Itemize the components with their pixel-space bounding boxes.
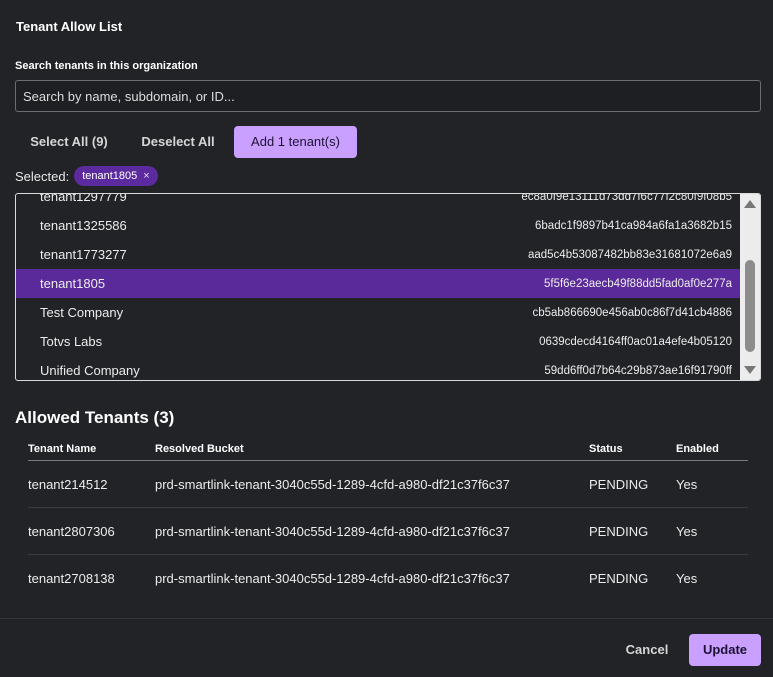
list-item[interactable]: Unified Company 59dd6ff0d7b64c29b873ae16… (16, 356, 740, 380)
tenant-name-cell: tenant2708138 (28, 571, 115, 586)
column-header: Status (589, 443, 623, 455)
list-item-selected[interactable]: tenant1805 5f5f6e23aecb49f88dd5fad0af0e2… (16, 269, 740, 298)
allowed-tenants-table: Tenant Name Resolved Bucket Status Enabl… (28, 443, 748, 602)
table-row: tenant214512 prd-smartlink-tenant-3040c5… (28, 461, 748, 508)
selected-label: Selected: (15, 168, 70, 184)
tenant-id: cb5ab866690e456ab0c86f7d41cb4886 (532, 306, 732, 319)
list-item[interactable]: Totvs Labs 0639cdecd4164ff0ac01a4efe4b05… (16, 327, 740, 356)
tenant-id: ec8a0f9e13111d73dd7f6c77f2c80f9f08b5 (521, 193, 732, 203)
status-cell: PENDING (589, 571, 649, 586)
table-row: tenant2708138 prd-smartlink-tenant-3040c… (28, 555, 748, 602)
selected-tenants: Selected: tenant1805 × (15, 166, 158, 186)
column-header: Enabled (676, 443, 719, 455)
update-button[interactable]: Update (689, 634, 761, 666)
tenant-id: 5f5f6e23aecb49f88dd5fad0af0e277a (543, 277, 732, 290)
tenant-name: tenant1805 (40, 276, 106, 291)
bucket-cell: prd-smartlink-tenant-3040c55d-1289-4cfd-… (155, 476, 510, 492)
chevron-up-icon[interactable] (744, 200, 756, 208)
chevron-down-icon[interactable] (744, 366, 756, 374)
scrollbar[interactable] (740, 194, 760, 380)
tenant-id: 0639cdecd4164ff0ac01a4efe4b05120 (539, 335, 732, 348)
list-item[interactable]: tenant1325586 6badc1f9897b41ca984a6fa1a3… (16, 211, 740, 240)
add-tenants-button[interactable]: Add 1 tenant(s) (234, 126, 357, 158)
scrollbar-thumb[interactable] (745, 260, 755, 352)
list-item[interactable]: tenant1773277 aad5c4b53087482bb83e316810… (16, 240, 740, 269)
deselect-all-button[interactable]: Deselect All (132, 126, 224, 158)
tenant-id: 59dd6ff0d7b64c29b873ae16f91790ff (544, 364, 732, 377)
tenant-id: aad5c4b53087482bb83e31681072e6a9 (527, 248, 732, 261)
column-header: Tenant Name (28, 443, 97, 455)
dialog-title: Tenant Allow List (16, 19, 123, 34)
tenant-name: tenant1325586 (40, 218, 127, 233)
footer-divider (0, 618, 773, 619)
enabled-cell: Yes (676, 571, 698, 586)
table-row: tenant2807306 prd-smartlink-tenant-3040c… (28, 508, 748, 555)
status-cell: PENDING (589, 523, 649, 539)
list-item[interactable]: Test Company cb5ab866690e456ab0c86f7d41c… (16, 298, 740, 327)
bucket-cell: prd-smartlink-tenant-3040c55d-1289-4cfd-… (155, 571, 510, 586)
tenant-name: tenant1297779 (40, 193, 127, 204)
cancel-button[interactable]: Cancel (616, 634, 678, 666)
tenant-name-cell: tenant2807306 (28, 523, 115, 539)
tenant-name: Test Company (40, 305, 124, 320)
list-item[interactable]: tenant1297779 ec8a0f9e13111d73dd7f6c77f2… (16, 193, 740, 211)
tenant-list-items: tenant1297779 ec8a0f9e13111d73dd7f6c77f2… (16, 193, 740, 380)
table-header: Tenant Name Resolved Bucket Status Enabl… (28, 443, 748, 461)
enabled-cell: Yes (676, 523, 698, 539)
selected-chip: tenant1805 × (74, 166, 158, 186)
tenant-name: tenant1773277 (40, 247, 127, 262)
tenant-name-cell: tenant214512 (28, 476, 108, 492)
search-label: Search tenants in this organization (15, 60, 198, 72)
bucket-cell: prd-smartlink-tenant-3040c55d-1289-4cfd-… (155, 523, 510, 539)
tenant-list[interactable]: tenant1297779 ec8a0f9e13111d73dd7f6c77f2… (15, 193, 761, 381)
tenant-name: Totvs Labs (40, 334, 103, 349)
select-all-button[interactable]: Select All (9) (15, 126, 123, 158)
tenant-name: Unified Company (40, 363, 140, 378)
search-input[interactable] (15, 80, 761, 112)
close-icon[interactable]: × (143, 170, 149, 182)
status-cell: PENDING (589, 476, 649, 492)
allowed-tenants-title: Allowed Tenants (3) (15, 408, 175, 427)
tenant-id: 6badc1f9897b41ca984a6fa1a3682b15 (535, 219, 732, 232)
column-header: Resolved Bucket (155, 443, 244, 455)
chip-label: tenant1805 (82, 170, 138, 182)
enabled-cell: Yes (676, 476, 698, 492)
